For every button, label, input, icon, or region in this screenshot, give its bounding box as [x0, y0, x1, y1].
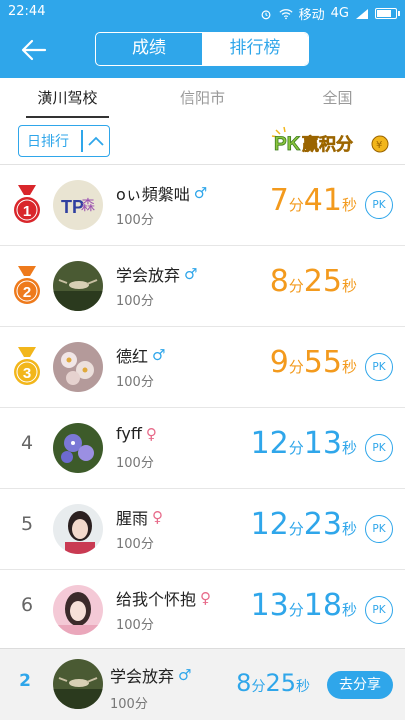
ranking-period-label: 日排行: [27, 134, 69, 150]
alarm-icon: [261, 9, 271, 19]
my-score: 100分: [110, 697, 148, 712]
chevron-up-icon: [88, 136, 104, 146]
exam-time: 13分18秒: [250, 588, 357, 623]
male-icon: ♂: [152, 346, 166, 364]
pk-button[interactable]: PK: [365, 191, 393, 219]
female-icon: ♀: [152, 508, 164, 526]
svg-text:PK: PK: [274, 134, 301, 155]
avatar[interactable]: [53, 504, 103, 554]
avatar[interactable]: [53, 659, 103, 709]
my-rank-bar: 2 学会放弃 ♂ 100分 8分25秒 去分享: [0, 648, 405, 720]
carrier-label: 移动: [298, 8, 325, 23]
rank-medal: 3: [10, 347, 44, 387]
pk-button[interactable]: PK: [365, 515, 393, 543]
network-label: 4G: [330, 6, 349, 21]
svg-text:1: 1: [23, 203, 31, 220]
tab-school[interactable]: 潢川驾校: [0, 78, 135, 118]
svg-text:¥: ¥: [376, 140, 382, 151]
user-name: 学会放弃: [116, 266, 181, 285]
exam-time: 12分23秒: [250, 507, 357, 542]
user-score: 100分: [116, 375, 154, 390]
user-name: 德红: [116, 347, 149, 366]
female-icon: ♀: [145, 424, 157, 443]
user-score: 100分: [116, 537, 154, 552]
app-header: 22:44 移动 4G 成绩 排行榜: [0, 0, 405, 78]
tab-national[interactable]: 全国: [270, 78, 405, 118]
user-score: 100分: [116, 294, 154, 309]
list-item[interactable]: 3 德红 ♂ 100分 9分55秒 PK: [0, 327, 405, 408]
exam-time: 9分55秒: [269, 345, 357, 380]
medal-icon: 2: [14, 266, 40, 304]
user-name: 腥雨: [116, 509, 149, 528]
pk-button[interactable]: PK: [365, 596, 393, 624]
rank-medal: 2: [10, 266, 44, 306]
svg-text:赢积分: 赢积分: [302, 134, 353, 155]
rank-number: 6: [20, 594, 34, 616]
wifi-icon: [279, 8, 293, 19]
rank-number: 4: [20, 432, 34, 454]
segment-scores[interactable]: 成绩: [96, 33, 202, 65]
user-score: 100分: [116, 213, 154, 228]
male-icon: ♂: [193, 184, 208, 202]
list-item[interactable]: 5 腥雨 ♀ 100分 12分23秒 PK: [0, 489, 405, 570]
ranking-period-dropdown[interactable]: 日排行: [18, 125, 110, 157]
segment-leaderboard[interactable]: 排行榜: [202, 33, 308, 65]
scope-tabs: 潢川驾校 信阳市 全国: [0, 78, 405, 118]
my-time: 8分25秒: [236, 669, 310, 697]
avatar[interactable]: [53, 585, 103, 635]
exam-time: 12分13秒: [250, 426, 357, 461]
user-name: 给我个怀抱: [116, 590, 197, 609]
segment-control: 成绩 排行榜: [95, 32, 309, 66]
tab-city[interactable]: 信阳市: [135, 78, 270, 118]
avatar[interactable]: [53, 261, 103, 311]
avatar[interactable]: [53, 423, 103, 473]
male-icon: ♂: [178, 666, 192, 684]
signal-icon: [356, 8, 368, 19]
user-score: 100分: [116, 456, 154, 471]
my-name: 学会放弃: [110, 667, 175, 686]
list-item[interactable]: 6 给我个怀抱 ♀ 100分 13分18秒 PK: [0, 570, 405, 651]
male-icon: ♂: [184, 265, 198, 283]
svg-text:2: 2: [23, 284, 31, 301]
svg-text:3: 3: [23, 365, 31, 382]
avatar[interactable]: TP 森: [53, 180, 103, 230]
battery-icon: [375, 8, 400, 19]
medal-icon: 3: [14, 347, 40, 385]
user-name: fyff: [116, 424, 142, 443]
exam-time: 7分41秒: [269, 183, 357, 218]
avatar[interactable]: [53, 342, 103, 392]
list-item[interactable]: 4 fyff ♀ 100分 12分13秒 PK: [0, 408, 405, 489]
medal-icon: 1: [14, 185, 40, 223]
rank-number: 5: [20, 513, 34, 535]
pk-points-logo[interactable]: PK 赢积分 ¥: [270, 124, 392, 158]
pk-button[interactable]: PK: [365, 434, 393, 462]
female-icon: ♀: [200, 589, 212, 607]
back-arrow-icon[interactable]: [20, 36, 48, 64]
share-button[interactable]: 去分享: [327, 671, 393, 699]
user-score: 100分: [116, 618, 154, 633]
rank-medal: 1: [10, 185, 44, 225]
status-bar: 22:44 移动 4G: [0, 0, 405, 24]
user-name: oぃ頻縏咄: [116, 185, 190, 204]
exam-time: 8分25秒: [269, 264, 357, 299]
list-item[interactable]: 2 学会放弃 ♂ 100分 8分25秒: [0, 246, 405, 327]
my-rank: 2: [19, 671, 31, 691]
pk-button[interactable]: PK: [365, 353, 393, 381]
svg-text:森: 森: [81, 198, 95, 214]
list-item[interactable]: 1 TP 森 oぃ頻縏咄 ♂ 100分 7分41秒 PK: [0, 165, 405, 246]
